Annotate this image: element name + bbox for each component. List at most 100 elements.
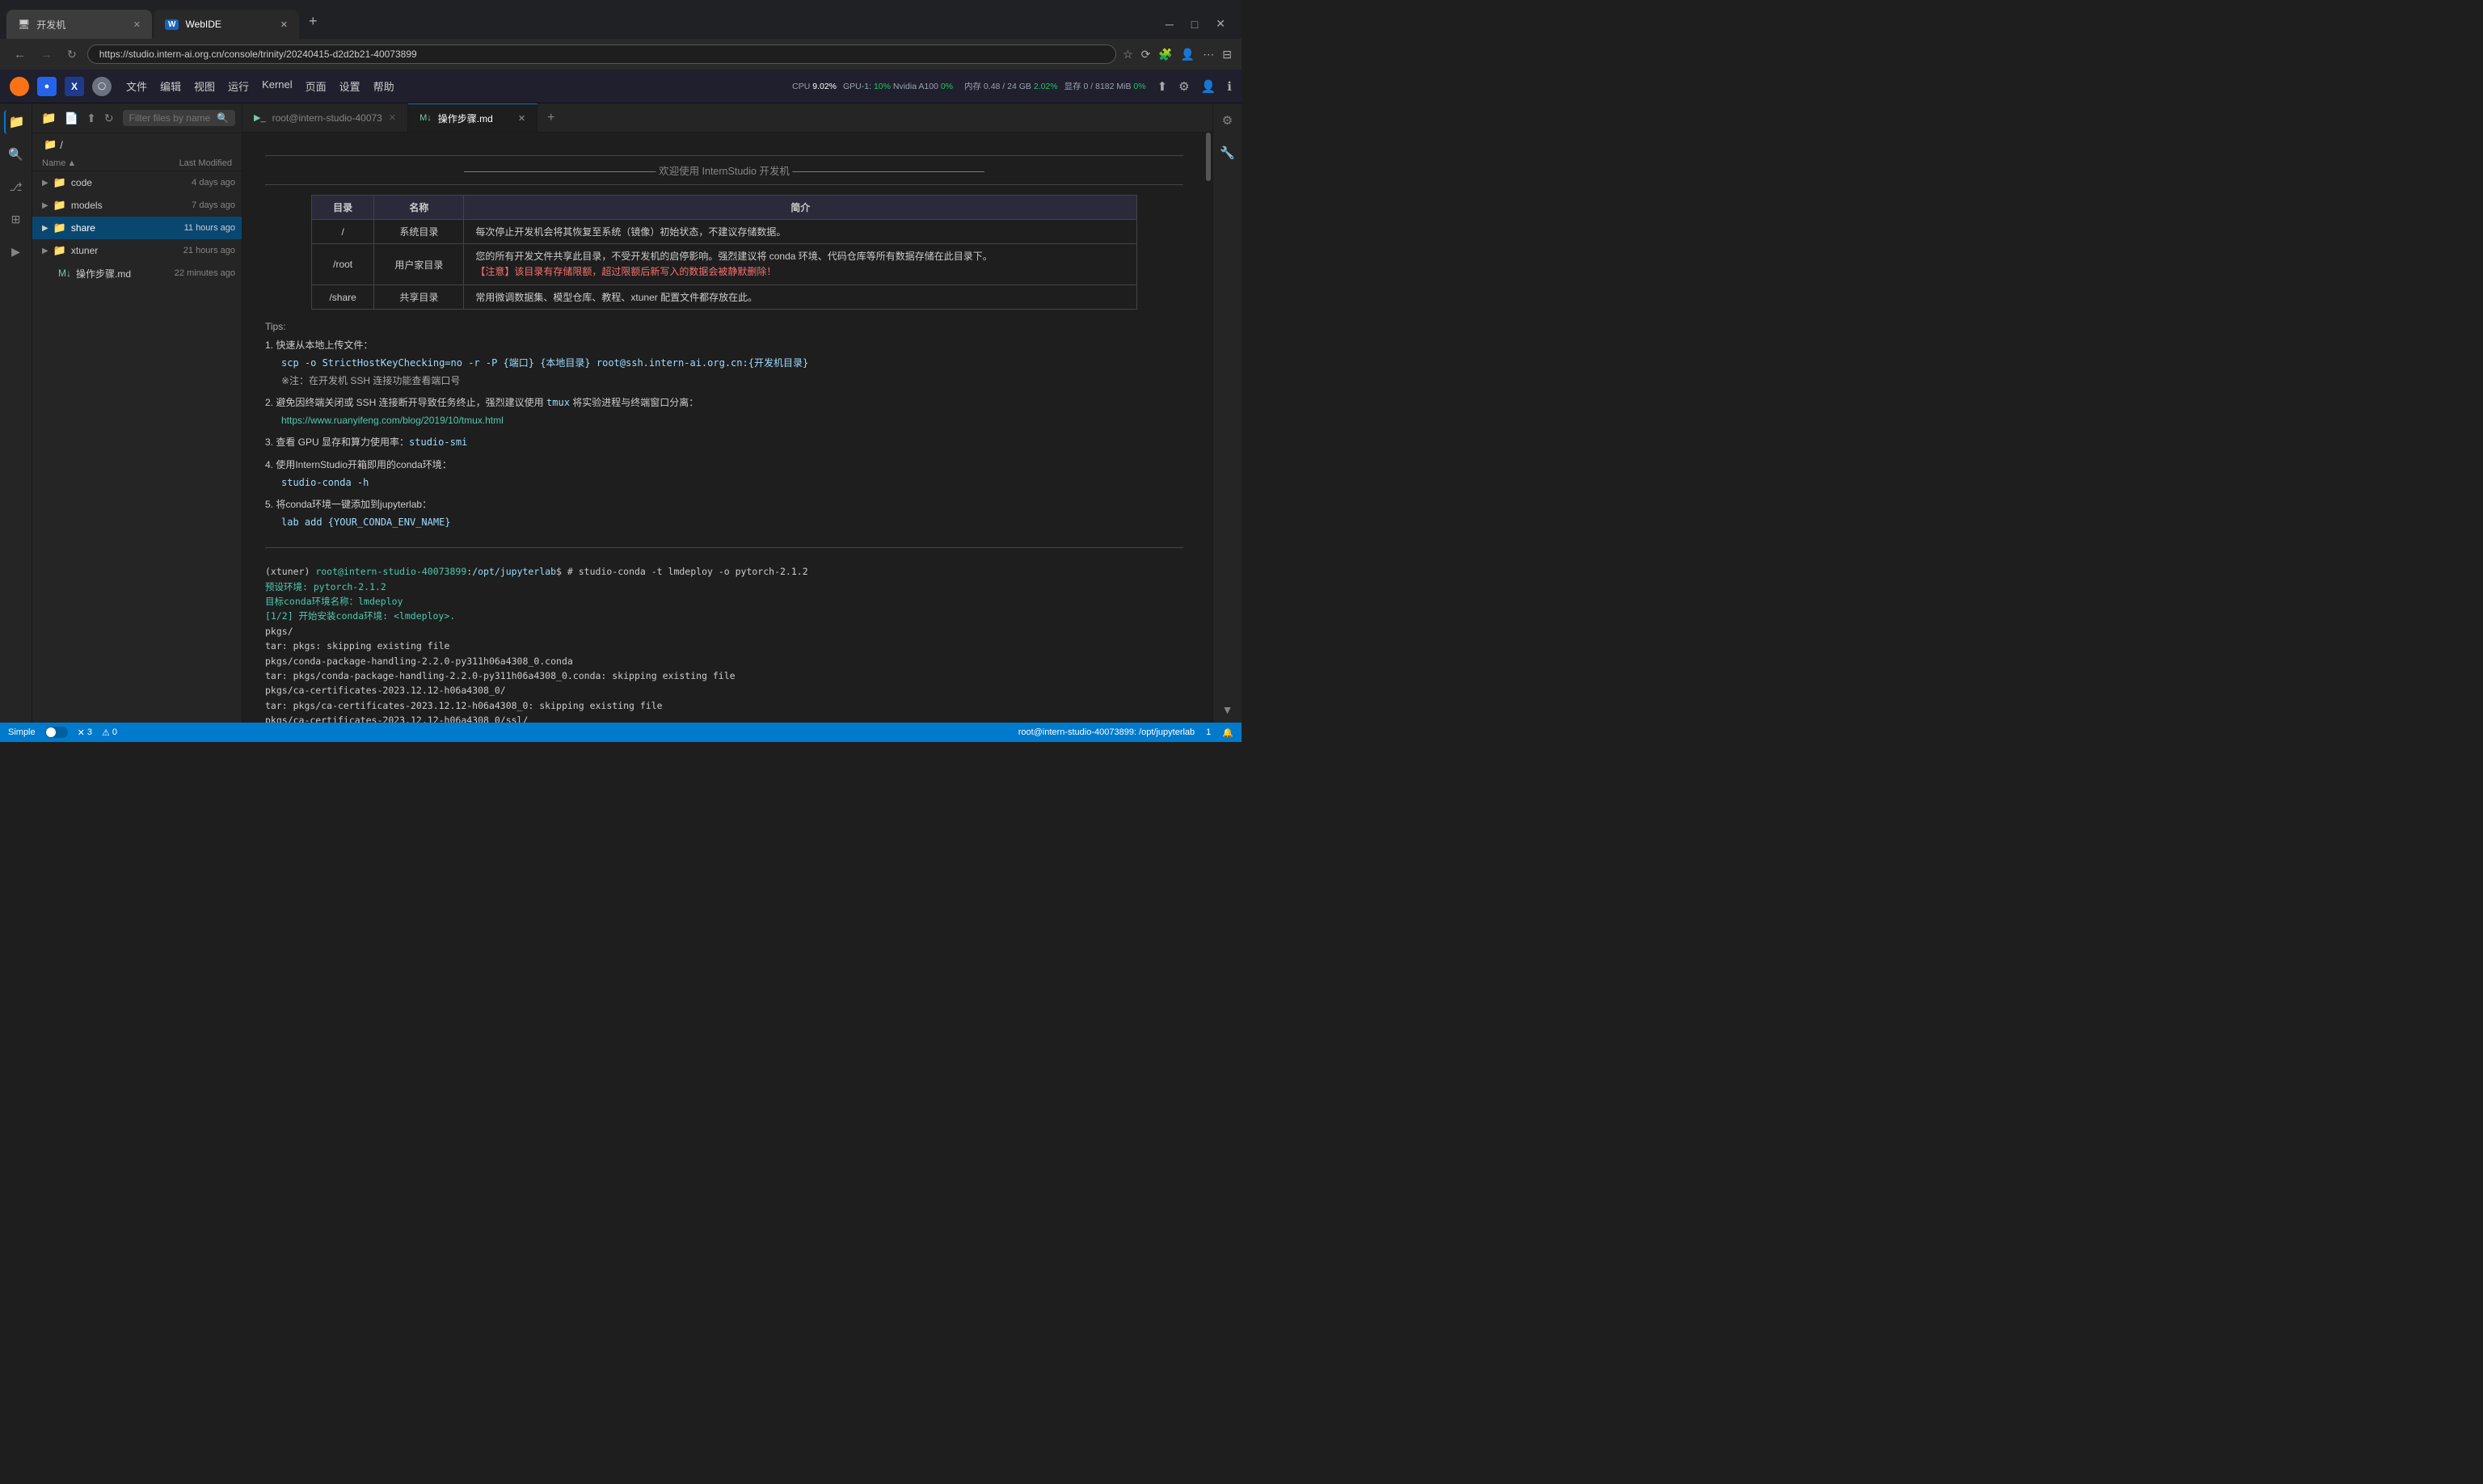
file-date: 22 minutes ago bbox=[175, 268, 235, 278]
sidebar-root-path[interactable]: 📁 / bbox=[32, 133, 242, 156]
activity-explorer[interactable]: 📁 bbox=[4, 110, 28, 134]
scroll-down-arrow[interactable]: ▼ bbox=[1222, 703, 1233, 716]
maximize-button[interactable]: □ bbox=[1185, 15, 1204, 32]
scrollbar-thumb[interactable] bbox=[1206, 133, 1211, 181]
activity-bar: 📁 🔍 ⎇ ⊞ ▶ bbox=[0, 103, 32, 723]
status-bar: Simple ✕ 3 ⚠ 0 root@intern-studio-400738… bbox=[0, 723, 1242, 742]
menu-file[interactable]: 文件 bbox=[126, 78, 147, 94]
add-tab-button[interactable]: + bbox=[537, 103, 564, 132]
menu-kernel[interactable]: Kernel bbox=[262, 78, 293, 94]
new-file-button[interactable]: 📄 bbox=[62, 109, 81, 128]
list-item[interactable]: ▶ 📁 share 11 hours ago bbox=[32, 217, 242, 239]
terminal-tab-close[interactable]: ✕ bbox=[389, 112, 396, 123]
tab2-close[interactable]: ✕ bbox=[280, 19, 288, 30]
menu-icon[interactable]: ⋯ bbox=[1203, 48, 1214, 61]
sidebar-toolbar: 📁 📄 ⬆ ↻ 🔍 bbox=[32, 103, 242, 133]
bell-icon[interactable]: 🔔 bbox=[1222, 727, 1233, 738]
list-item[interactable]: M↓ 操作步骤.md 22 minutes ago bbox=[32, 262, 242, 285]
table-row: / 系统目录 每次停止开发机会将其恢复至系统（镜像）初始状态，不建议存储数据。 bbox=[311, 220, 1136, 244]
close-window-button[interactable]: ✕ bbox=[1209, 15, 1232, 32]
new-tab-button[interactable]: + bbox=[301, 13, 326, 30]
right-panel-icon-1[interactable]: ⚙ bbox=[1219, 110, 1236, 131]
settings-icon-btn[interactable]: ⚙ bbox=[1178, 79, 1189, 94]
main-layout: 📁 🔍 ⎇ ⊞ ▶ 📁 📄 ⬆ ↻ 🔍 📁 / Name ▲ bbox=[0, 103, 1242, 723]
logo-blue-box: ● bbox=[37, 77, 57, 96]
file-name: share bbox=[71, 222, 179, 234]
file-date: 4 days ago bbox=[192, 178, 235, 188]
list-item[interactable]: ▶ 📁 models 7 days ago bbox=[32, 194, 242, 217]
file-search-box[interactable]: 🔍 bbox=[123, 110, 235, 126]
list-item[interactable]: ▶ 📁 code 4 days ago bbox=[32, 171, 242, 194]
tab1-close[interactable]: ✕ bbox=[133, 19, 141, 30]
term-line-1: (xtuner) root@intern-studio-40073899:/op… bbox=[265, 564, 1183, 579]
user-icon-btn[interactable]: 👤 bbox=[1201, 79, 1216, 94]
warning-num: 0 bbox=[112, 727, 117, 737]
upload-button[interactable]: ⬆ bbox=[84, 109, 99, 128]
warning-count: ⚠ 0 bbox=[102, 727, 117, 738]
editor-tab-terminal[interactable]: ▶_ root@intern-studio-40073 ✕ bbox=[242, 103, 408, 132]
refresh-button[interactable]: ↻ bbox=[63, 46, 81, 63]
menu-edit[interactable]: 编辑 bbox=[160, 78, 181, 94]
logo-gray-circle: ◯ bbox=[92, 77, 112, 96]
activity-search[interactable]: 🔍 bbox=[4, 142, 28, 167]
sync-icon[interactable]: ⟳ bbox=[1141, 48, 1151, 61]
activity-extensions[interactable]: ⊞ bbox=[4, 207, 28, 231]
activity-run-debug[interactable]: ▶ bbox=[4, 239, 28, 263]
file-date: 21 hours ago bbox=[183, 246, 235, 255]
simple-toggle[interactable] bbox=[45, 727, 68, 738]
profile-icon[interactable]: 👤 bbox=[1181, 48, 1195, 61]
terminal-path: root@intern-studio-40073899: /opt/jupyte… bbox=[1018, 727, 1195, 737]
extension-icon[interactable]: 🧩 bbox=[1158, 48, 1172, 61]
refresh-files-button[interactable]: ↻ bbox=[102, 109, 116, 128]
th-dir: 目录 bbox=[311, 196, 374, 220]
editor-content[interactable]: ——————————————————— 欢迎使用 InternStudio 开发… bbox=[242, 133, 1212, 723]
tip-2-link[interactable]: https://www.ruanyifeng.com/blog/2019/10/… bbox=[281, 415, 504, 426]
minimize-button[interactable]: ─ bbox=[1159, 15, 1180, 32]
editor-area: ▶_ root@intern-studio-40073 ✕ M↓ 操作步骤.md… bbox=[242, 103, 1212, 723]
folder-share-icon: 📁 bbox=[53, 221, 66, 234]
search-input[interactable] bbox=[129, 112, 212, 124]
menu-pages[interactable]: 页面 bbox=[306, 78, 327, 94]
chevron-right-icon: ▶ bbox=[42, 247, 48, 255]
table-row: /share 共享目录 常用微调数据集、模型仓库、教程、xtuner 配置文件都… bbox=[311, 285, 1136, 310]
md-tab-label: 操作步骤.md bbox=[438, 112, 493, 125]
sidebar-toggle-icon[interactable]: ⊟ bbox=[1222, 48, 1232, 61]
term-line-10: tar: pkgs/ca-certificates-2023.12.12-h06… bbox=[265, 698, 1183, 713]
td-desc: 您的所有开发文件共享此目录，不受开发机的启停影响。强烈建议将 conda 环境、… bbox=[464, 244, 1137, 285]
gpu-mem-label: 显存 0 / 8182 MiB 0% bbox=[1064, 80, 1146, 92]
back-button[interactable]: ← bbox=[10, 46, 30, 63]
help-icon-btn[interactable]: ℹ bbox=[1227, 79, 1232, 94]
menu-view[interactable]: 视图 bbox=[194, 78, 215, 94]
editor-tab-md[interactable]: M↓ 操作步骤.md ✕ bbox=[408, 103, 537, 132]
file-date: 7 days ago bbox=[192, 200, 235, 210]
bookmark-icon[interactable]: ☆ bbox=[1123, 48, 1133, 61]
folder-xtuner-icon: 📁 bbox=[53, 244, 66, 257]
th-name: 名称 bbox=[374, 196, 464, 220]
toggle-track[interactable] bbox=[45, 727, 68, 738]
menu-settings[interactable]: 设置 bbox=[339, 78, 360, 94]
menu-run[interactable]: 运行 bbox=[228, 78, 249, 94]
address-bar[interactable]: https://studio.intern-ai.org.cn/console/… bbox=[87, 44, 1116, 64]
hr-top bbox=[265, 155, 1183, 156]
forward-button[interactable]: → bbox=[36, 46, 57, 63]
new-folder-button[interactable]: 📁 bbox=[39, 108, 59, 128]
cpu-label: CPU 9.02% bbox=[792, 82, 837, 91]
list-item[interactable]: ▶ 📁 xtuner 21 hours ago bbox=[32, 239, 242, 262]
error-num: 3 bbox=[87, 727, 92, 737]
browser-tab-2[interactable]: W WebIDE ✕ bbox=[154, 10, 299, 39]
address-text: https://studio.intern-ai.org.cn/console/… bbox=[99, 48, 417, 60]
browser-chrome: 🖥 开发机 ✕ W WebIDE ✕ + ─ □ ✕ bbox=[0, 0, 1242, 39]
browser-tab-1[interactable]: 🖥 开发机 ✕ bbox=[6, 10, 152, 39]
file-name: xtuner bbox=[71, 245, 179, 256]
menu-help[interactable]: 帮助 bbox=[373, 78, 394, 94]
md-tab-close[interactable]: ✕ bbox=[518, 113, 525, 124]
activity-git[interactable]: ⎇ bbox=[4, 175, 28, 199]
term-line-5: pkgs/ bbox=[265, 624, 1183, 639]
right-panel-icon-2[interactable]: 🔧 bbox=[1216, 142, 1238, 163]
scrollbar-track[interactable] bbox=[1204, 133, 1212, 723]
term-line-6: tar: pkgs: skipping existing file bbox=[265, 639, 1183, 653]
upload-icon[interactable]: ⬆ bbox=[1157, 79, 1168, 94]
app-header: ● X ◯ 文件 编辑 视图 运行 Kernel 页面 设置 帮助 CPU 9.… bbox=[0, 70, 1242, 103]
file-tree: ▶ 📁 code 4 days ago ▶ 📁 models 7 days ag… bbox=[32, 171, 242, 723]
sidebar: 📁 📄 ⬆ ↻ 🔍 📁 / Name ▲ Last Modified bbox=[32, 103, 242, 723]
